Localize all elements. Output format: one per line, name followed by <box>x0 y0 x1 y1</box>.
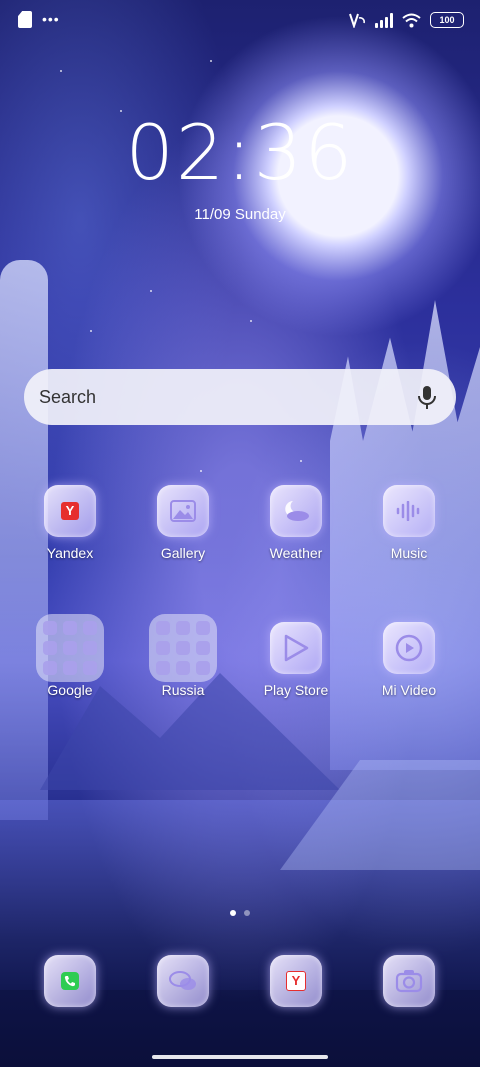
mi-video-icon[interactable] <box>383 622 435 674</box>
folder-icon[interactable] <box>149 614 217 682</box>
app-label: Russia <box>161 682 205 698</box>
home-indicator[interactable] <box>152 1055 328 1059</box>
app-label: Play Store <box>263 682 329 698</box>
camera-icon[interactable] <box>383 955 435 1007</box>
app-music[interactable]: Music <box>354 485 464 561</box>
app-label: Yandex <box>46 545 94 561</box>
phone-icon[interactable] <box>44 955 96 1007</box>
app-mi-video[interactable]: Mi Video <box>354 622 464 698</box>
page-indicator <box>0 910 480 916</box>
folder-russia[interactable]: Russia <box>128 614 238 698</box>
status-bar: ••• 100 <box>0 0 480 40</box>
play-store-icon[interactable] <box>270 622 322 674</box>
folder-icon[interactable] <box>36 614 104 682</box>
yandex-icon[interactable]: Y <box>44 485 96 537</box>
app-play-store[interactable]: Play Store <box>241 622 351 698</box>
sim-card-icon <box>18 11 32 28</box>
music-icon[interactable] <box>383 485 435 537</box>
search-placeholder[interactable]: Search <box>39 387 414 408</box>
yandex-browser-icon[interactable]: Y <box>270 955 322 1007</box>
app-weather[interactable]: Weather <box>241 485 351 561</box>
folder-google[interactable]: Google <box>15 614 125 698</box>
app-label: Google <box>47 682 93 698</box>
app-yandex[interactable]: Y Yandex <box>15 485 125 561</box>
battery-indicator: 100 <box>430 12 464 28</box>
dock-phone[interactable] <box>15 955 125 1007</box>
clock-date[interactable]: 11/09 Sunday <box>0 206 480 223</box>
dock-yandex-browser[interactable]: Y <box>241 955 351 1007</box>
clock-time[interactable]: 02:36 <box>0 108 480 197</box>
wifi-icon <box>402 13 421 27</box>
microphone-icon[interactable] <box>414 384 440 410</box>
app-gallery[interactable]: Gallery <box>128 485 238 561</box>
messages-icon[interactable] <box>157 955 209 1007</box>
page-dot-active <box>230 910 236 916</box>
app-label: Mi Video <box>381 682 437 698</box>
gallery-icon[interactable] <box>157 485 209 537</box>
app-label: Gallery <box>160 545 206 561</box>
weather-icon[interactable] <box>270 485 322 537</box>
app-label: Weather <box>269 545 323 561</box>
vowifi-icon <box>349 13 365 28</box>
page-dot <box>244 910 250 916</box>
dock-camera[interactable] <box>354 955 464 1007</box>
dock-messages[interactable] <box>128 955 238 1007</box>
more-dots-icon: ••• <box>42 11 60 27</box>
signal-icon <box>375 12 393 28</box>
search-bar[interactable]: Search <box>24 369 456 425</box>
app-label: Music <box>390 545 428 561</box>
